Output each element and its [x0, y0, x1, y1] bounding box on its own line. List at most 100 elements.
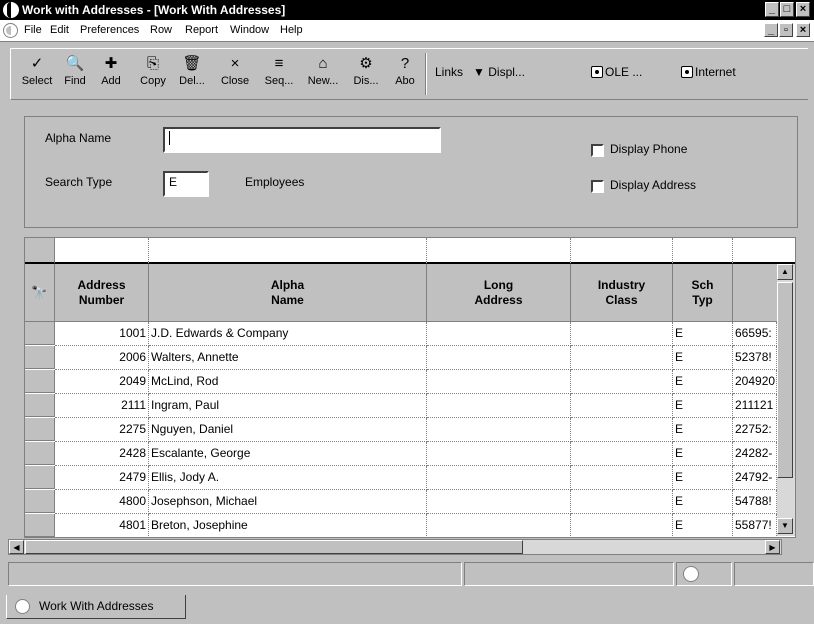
industry-class-cell[interactable] [571, 514, 673, 537]
extra-cell[interactable]: 211121 [733, 394, 777, 418]
sch-typ-cell[interactable]: E [673, 490, 733, 514]
filter-sch-typ[interactable] [673, 238, 733, 264]
industry-class-cell[interactable] [571, 370, 673, 394]
ole-button[interactable]: OLE ... [591, 65, 642, 79]
add-button[interactable]: ✚ Add [95, 53, 127, 97]
long-address-cell[interactable] [427, 418, 571, 442]
vertical-scroll-thumb[interactable] [777, 282, 793, 478]
alpha-name-cell[interactable]: Escalante, George [149, 442, 427, 466]
window-tab-work-with-addresses[interactable]: Work With Addresses [6, 595, 186, 619]
address-number-cell[interactable]: 2428 [55, 442, 149, 466]
document-menu-icon[interactable] [3, 23, 18, 38]
horizontal-scroll-thumb[interactable] [25, 540, 523, 554]
sch-typ-cell[interactable]: E [673, 394, 733, 418]
address-number-cell[interactable]: 2049 [55, 370, 149, 394]
long-address-cell[interactable] [427, 514, 571, 537]
sch-typ-cell[interactable]: E [673, 466, 733, 490]
minimize-button[interactable]: _ [765, 2, 779, 17]
display-address-checkbox[interactable] [591, 180, 604, 193]
extra-cell[interactable]: 52378! [733, 346, 777, 370]
sch-typ-cell[interactable]: E [673, 514, 733, 537]
alpha-name-cell[interactable]: Walters, Annette [149, 346, 427, 370]
copy-button[interactable]: ⎘ Copy [135, 53, 171, 97]
alpha-name-cell[interactable]: J.D. Edwards & Company [149, 322, 427, 346]
long-address-cell[interactable] [427, 466, 571, 490]
child-restore-button[interactable]: ▫ [779, 23, 793, 37]
long-address-cell[interactable] [427, 442, 571, 466]
row-selector[interactable] [25, 466, 55, 489]
maximize-button[interactable]: □ [780, 2, 794, 17]
menu-edit[interactable]: Edit [50, 24, 69, 36]
column-header-alpha-name[interactable]: Alpha Name [149, 264, 427, 322]
row-selector[interactable] [25, 322, 55, 345]
row-selector[interactable] [25, 394, 55, 417]
industry-class-cell[interactable] [571, 442, 673, 466]
industry-class-cell[interactable] [571, 346, 673, 370]
address-number-cell[interactable]: 2479 [55, 466, 149, 490]
new-button[interactable]: ⌂ New... [303, 53, 343, 97]
long-address-cell[interactable] [427, 490, 571, 514]
scroll-left-button[interactable]: ◀ [9, 540, 24, 554]
child-minimize-button[interactable]: _ [764, 23, 778, 37]
alpha-name-cell[interactable]: Breton, Josephine [149, 514, 427, 537]
extra-cell[interactable]: 22752: [733, 418, 777, 442]
row-selector[interactable] [25, 490, 55, 513]
menu-report[interactable]: Report [185, 24, 218, 36]
menu-help[interactable]: Help [280, 24, 303, 36]
industry-class-cell[interactable] [571, 418, 673, 442]
find-column-header[interactable]: 🔭 [25, 264, 55, 322]
child-close-button[interactable]: × [796, 23, 810, 37]
column-header-sch-typ[interactable]: Sch Typ [673, 264, 733, 322]
industry-class-cell[interactable] [571, 394, 673, 418]
column-header-address-number[interactable]: Address Number [55, 264, 149, 322]
filter-address-number[interactable] [55, 238, 149, 264]
sch-typ-cell[interactable]: E [673, 442, 733, 466]
long-address-cell[interactable] [427, 370, 571, 394]
column-header-long-address[interactable]: Long Address [427, 264, 571, 322]
extra-cell[interactable]: 66595: [733, 322, 777, 346]
sch-typ-cell[interactable]: E [673, 418, 733, 442]
scroll-down-button[interactable]: ▼ [777, 518, 793, 534]
sch-typ-cell[interactable]: E [673, 322, 733, 346]
long-address-cell[interactable] [427, 394, 571, 418]
display-options-button[interactable]: ⚙ Dis... [347, 53, 385, 97]
alpha-name-input[interactable] [163, 127, 441, 153]
horizontal-scrollbar[interactable]: ◀ ▶ [8, 539, 782, 555]
menu-window[interactable]: Window [230, 24, 269, 36]
internet-button[interactable]: Internet [681, 65, 736, 79]
extra-cell[interactable]: 204920 [733, 370, 777, 394]
scroll-up-button[interactable]: ▲ [777, 264, 793, 280]
display-dropdown-button[interactable]: ▼ Displ... [473, 65, 525, 79]
industry-class-cell[interactable] [571, 490, 673, 514]
extra-cell[interactable]: 54788! [733, 490, 777, 514]
sequence-button[interactable]: ≡ Seq... [259, 53, 299, 97]
extra-cell[interactable]: 24792- [733, 466, 777, 490]
row-selector[interactable] [25, 370, 55, 393]
filter-alpha-name[interactable] [149, 238, 427, 264]
filter-extra[interactable] [733, 238, 795, 264]
address-number-cell[interactable]: 2111 [55, 394, 149, 418]
industry-class-cell[interactable] [571, 322, 673, 346]
alpha-name-cell[interactable]: Nguyen, Daniel [149, 418, 427, 442]
address-number-cell[interactable]: 4800 [55, 490, 149, 514]
close-button[interactable]: × Close [215, 53, 255, 97]
close-window-button[interactable]: × [796, 2, 810, 17]
about-button[interactable]: ? Abo [389, 53, 421, 97]
menu-preferences[interactable]: Preferences [80, 24, 139, 36]
menu-file[interactable]: File [24, 24, 42, 36]
long-address-cell[interactable] [427, 322, 571, 346]
row-selector[interactable] [25, 514, 55, 537]
menu-row[interactable]: Row [150, 24, 172, 36]
links-button[interactable]: Links [435, 65, 463, 79]
long-address-cell[interactable] [427, 346, 571, 370]
alpha-name-cell[interactable]: Ellis, Jody A. [149, 466, 427, 490]
find-button[interactable]: 🔍 Find [59, 53, 91, 97]
filter-long-address[interactable] [427, 238, 571, 264]
delete-button[interactable]: 🗑 Del... [175, 53, 209, 97]
address-number-cell[interactable]: 2006 [55, 346, 149, 370]
industry-class-cell[interactable] [571, 466, 673, 490]
address-number-cell[interactable]: 1001 [55, 322, 149, 346]
vertical-scrollbar[interactable]: ▲ ▼ [777, 264, 795, 536]
extra-cell[interactable]: 24282- [733, 442, 777, 466]
row-selector[interactable] [25, 418, 55, 441]
